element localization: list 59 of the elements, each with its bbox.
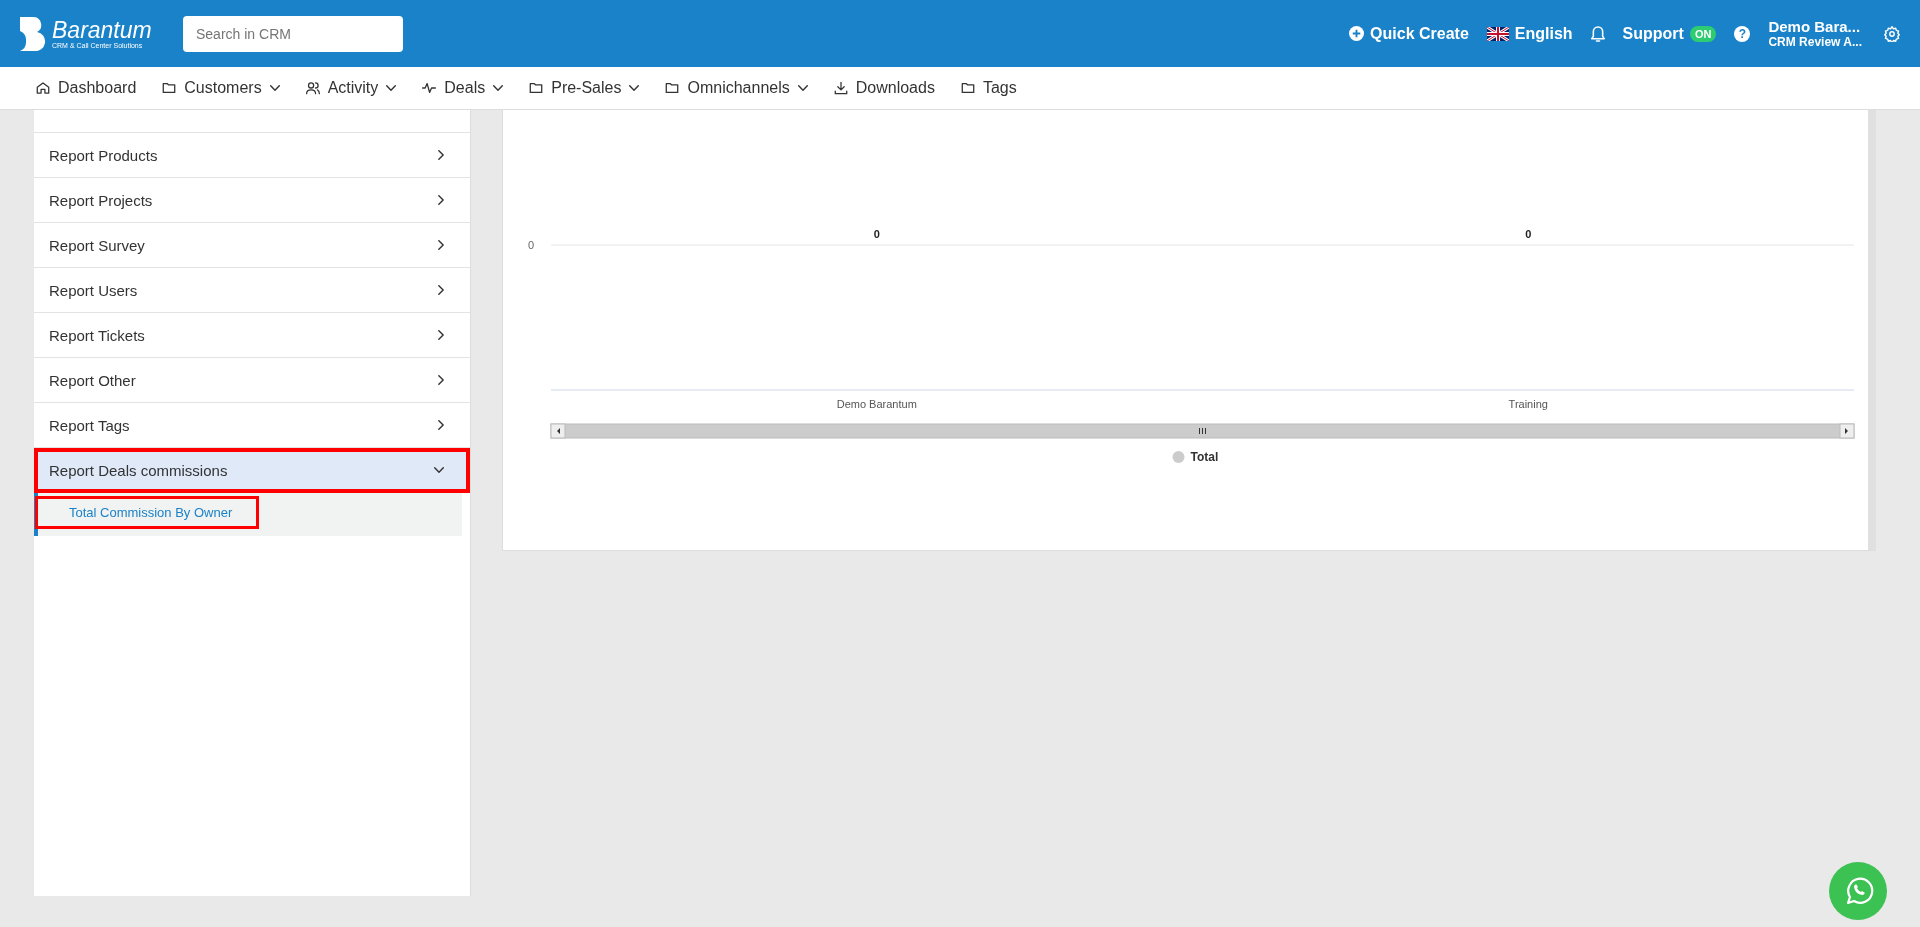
category-label: Training — [1508, 398, 1548, 410]
bell-icon[interactable] — [1590, 25, 1605, 42]
settings-icon[interactable] — [1884, 25, 1900, 42]
language-selector[interactable]: English — [1514, 24, 1573, 43]
user-company: CRM Review A... — [1768, 35, 1862, 49]
home-icon — [36, 81, 50, 95]
axis-tick-label: 0 — [527, 239, 535, 251]
download-icon — [833, 81, 848, 95]
chevron-right-icon — [438, 150, 444, 160]
chevron-right-icon — [438, 375, 444, 385]
flag-icon — [1486, 26, 1509, 41]
sidebar-item[interactable]: Report Survey — [34, 223, 470, 268]
sidebar-item[interactable]: Report Users — [34, 268, 470, 313]
nav-item[interactable]: Pre-Sales — [529, 79, 640, 97]
chevron-right-icon — [438, 420, 444, 430]
chart-scrollbar[interactable] — [550, 423, 1855, 439]
support-label[interactable]: Support — [1622, 24, 1684, 43]
chevron-down-icon — [434, 467, 444, 473]
nav-item[interactable]: Activity — [305, 79, 397, 97]
chevron-right-icon — [438, 285, 444, 295]
nav-item[interactable]: Customers — [162, 79, 280, 97]
chevron-down-icon — [493, 85, 504, 91]
folder-icon — [960, 81, 975, 95]
sidebar-item[interactable]: Report Other — [34, 358, 470, 403]
category-label: Demo Barantum — [836, 398, 917, 410]
logo-icon — [20, 16, 46, 51]
user-name[interactable]: Demo Bara... — [1768, 18, 1862, 35]
nav-item[interactable]: Deals — [422, 79, 504, 97]
chevron-right-icon — [438, 330, 444, 340]
data-label: 0 — [873, 228, 880, 240]
chevron-right-icon — [438, 240, 444, 250]
help-button[interactable]: ? — [1734, 25, 1751, 42]
status-badge: ON — [1689, 25, 1717, 42]
folder-icon — [162, 81, 177, 95]
sidebar-item[interactable]: Report Deals commissions — [34, 448, 470, 493]
chevron-down-icon — [386, 85, 397, 91]
search-field[interactable]: Search in CRM — [183, 15, 403, 52]
chevron-down-icon — [269, 85, 280, 91]
chevron-right-icon — [438, 195, 444, 205]
data-label: 0 — [1525, 228, 1532, 240]
folder-icon — [529, 81, 544, 95]
folder-icon — [665, 81, 680, 95]
legend-label[interactable]: Total — [1190, 450, 1219, 464]
plus-circle-icon — [1349, 26, 1365, 41]
nav-item[interactable]: Tags — [960, 79, 1017, 97]
chevron-down-icon — [629, 85, 640, 91]
sidebar-item[interactable]: Report Products — [34, 133, 470, 178]
logo-text: Barantum — [52, 18, 152, 42]
pulse-icon — [422, 81, 437, 95]
nav-item[interactable]: Downloads — [833, 79, 935, 97]
submenu-link[interactable]: Total Commission By Owner — [38, 499, 257, 526]
chevron-down-icon — [797, 85, 808, 91]
nav-item[interactable]: Omnichannels — [665, 79, 808, 97]
quick-create-button[interactable]: Quick Create — [1349, 24, 1469, 43]
sidebar-item[interactable]: Report Tickets — [34, 313, 470, 358]
nav-item[interactable]: Dashboard — [36, 79, 137, 97]
sidebar-item[interactable]: Report Projects — [34, 178, 470, 223]
users-icon — [305, 81, 320, 95]
chat-bubble-icon[interactable] — [1829, 862, 1887, 920]
